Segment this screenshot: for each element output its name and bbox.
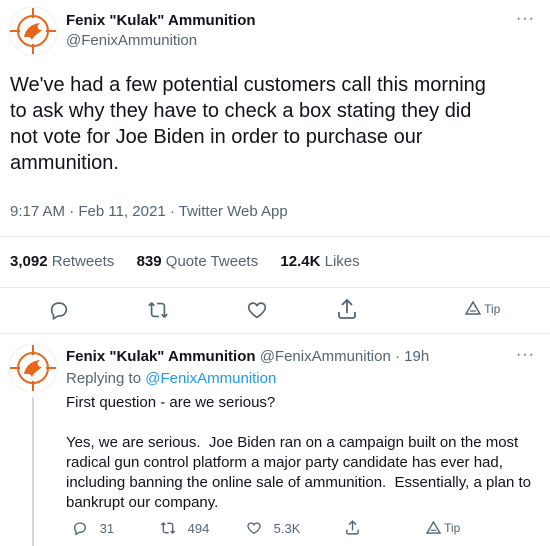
tip-label: Tip (444, 521, 461, 535)
reply-reply-button[interactable]: 31 (72, 520, 114, 536)
separator-dot: · (394, 348, 400, 365)
reply-count: 31 (99, 521, 115, 536)
reply-header: Fenix "Kulak" Ammunition @FenixAmmunitio… (66, 348, 429, 365)
reply-tip-button[interactable]: Tip (425, 520, 461, 535)
divider (0, 333, 550, 334)
likes-count: 12.4K (280, 253, 321, 270)
retweets-label: Retweets (51, 253, 115, 270)
tweet-stats: 3,092 Retweets 839 Quote Tweets 12.4K Li… (10, 253, 360, 270)
reply-text-line: bankrupt our company. (66, 494, 219, 511)
likes-label: Likes (324, 253, 360, 270)
separator-dot: · (69, 203, 75, 220)
tip-button[interactable]: Tip (464, 300, 501, 316)
share-icon[interactable] (335, 297, 359, 326)
retweets-stat[interactable]: 3,092 Retweets (10, 253, 118, 270)
tip-icon (464, 300, 482, 315)
replying-to: Replying to @FenixAmmunition (66, 370, 276, 387)
reply-icon[interactable] (48, 299, 70, 326)
quote-tweets-stat[interactable]: 839 Quote Tweets (137, 253, 263, 270)
tweet-source[interactable]: Twitter Web App (179, 203, 288, 220)
tweet-text-line: to ask why they have to check a box stat… (10, 100, 472, 122)
retweet-icon (160, 522, 176, 534)
phoenix-logo-icon (8, 343, 58, 393)
reply-age[interactable]: 19h (404, 348, 429, 365)
reply-author-avatar[interactable] (8, 343, 58, 393)
retweets-count: 3,092 (10, 253, 48, 270)
share-icon (346, 520, 359, 535)
reply-author-name[interactable]: Fenix "Kulak" Ammunition (66, 348, 256, 365)
replying-to-handle[interactable]: @FenixAmmunition (145, 370, 276, 387)
tip-label: Tip (484, 302, 501, 316)
reply-text-line: radical gun control platform a major par… (66, 454, 503, 471)
tip-icon (425, 520, 442, 534)
reply-author-handle[interactable]: @FenixAmmunition (260, 348, 391, 365)
separator-dot: · (169, 203, 175, 220)
quote-tweets-label: Quote Tweets (165, 253, 259, 270)
reply-more-options-icon[interactable]: ··· (516, 346, 535, 364)
reply-text: First question - are we serious? Yes, we… (66, 393, 546, 513)
more-options-icon[interactable]: ··· (516, 10, 535, 28)
like-count: 5.3K (273, 521, 301, 536)
tweet-timestamp: 9:17 AM · Feb 11, 2021 · Twitter Web App (10, 203, 288, 220)
divider (0, 287, 550, 288)
like-icon (247, 522, 261, 535)
reply-icon (73, 522, 87, 536)
author-handle[interactable]: @FenixAmmunition (66, 32, 197, 49)
divider (0, 236, 550, 237)
author-name[interactable]: Fenix "Kulak" Ammunition (66, 12, 256, 29)
reply-retweet-button[interactable]: 494 (160, 520, 209, 536)
tweet-time[interactable]: 9:17 AM (10, 203, 65, 220)
retweet-count: 494 (187, 521, 210, 536)
reply-text-line: Yes, we are serious. Joe Biden ran on a … (66, 434, 519, 451)
reply-text-line: including banning the online sale of amm… (66, 474, 532, 491)
likes-stat[interactable]: 12.4K Likes (280, 253, 359, 270)
reply-like-button[interactable]: 5.3K (246, 520, 300, 536)
tweet-text: We've had a few potential customers call… (10, 72, 545, 176)
reply-share-button[interactable] (344, 519, 361, 539)
author-avatar[interactable] (8, 6, 58, 56)
thread-line (32, 397, 34, 546)
tweet-text-line: We've had a few potential customers call… (10, 74, 486, 96)
quote-tweets-count: 839 (136, 253, 162, 270)
phoenix-logo-icon (8, 6, 58, 56)
replying-to-prefix: Replying to (66, 370, 142, 387)
tweet-text-line: not vote for Joe Biden in order to purch… (10, 126, 423, 148)
retweet-icon[interactable] (147, 299, 169, 326)
tweet-text-line: ammunition. (10, 152, 119, 174)
like-icon[interactable] (246, 299, 268, 326)
tweet-date[interactable]: Feb 11, 2021 (78, 203, 165, 220)
reply-question: First question - are we serious? (66, 394, 276, 411)
